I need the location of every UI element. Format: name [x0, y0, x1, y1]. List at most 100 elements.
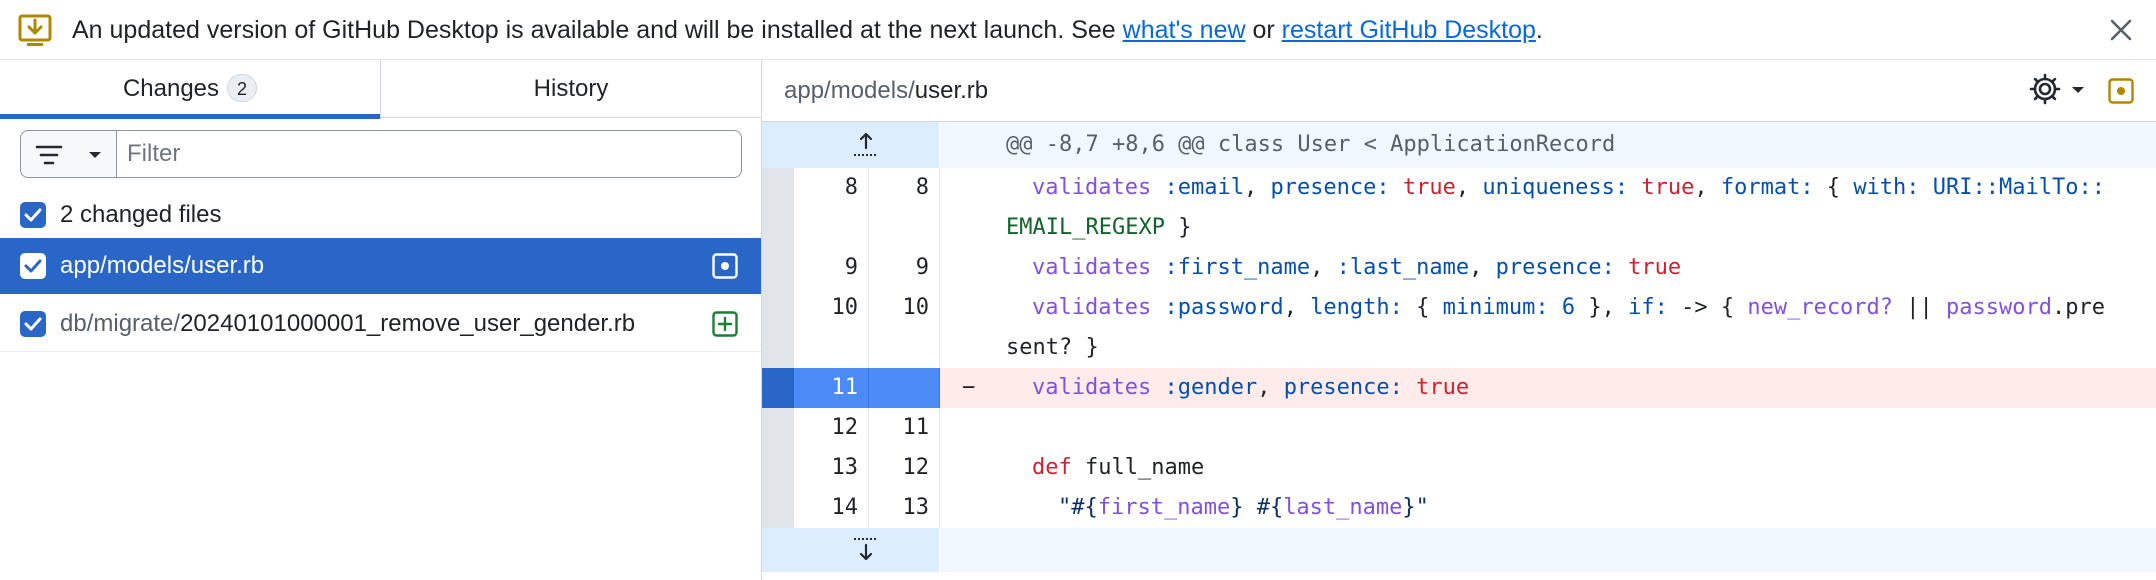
old-line-number-text: 9 [844, 255, 858, 280]
expand-down-code [940, 528, 2156, 572]
line-gutter[interactable] [762, 408, 794, 448]
banner-text-suffix: . [1535, 16, 1543, 44]
changed-files-count: 2 changed files [60, 201, 222, 228]
line-gutter[interactable] [762, 448, 794, 488]
new-line-number[interactable] [869, 368, 940, 408]
check-icon [24, 317, 42, 331]
file-checkbox[interactable] [20, 311, 46, 337]
line-gutter[interactable] [762, 488, 794, 528]
line-code [940, 408, 2156, 448]
old-line-number-text: 8 [844, 175, 858, 200]
code-text-wrapped: EMAIL_REGEXP } [1006, 215, 1192, 240]
diff-pane: app/models/user.rb @@ -8,7 +8,6 @@ class… [762, 60, 2156, 580]
download-update-icon [18, 14, 52, 46]
chevron-down-icon [89, 152, 101, 158]
new-line-number-text: 10 [902, 295, 930, 320]
line-gutter[interactable] [762, 248, 794, 288]
code-text: validates :email, presence: true, unique… [1032, 175, 2105, 200]
diff-line: 14 13 "#{first_name} #{last_name}" [762, 488, 2156, 528]
line-code: − validates :gender, presence: true [940, 368, 2156, 408]
update-banner: An updated version of GitHub Desktop is … [0, 0, 2156, 60]
old-line-number[interactable]: 9 [794, 248, 869, 288]
file-path: app/models/user.rb [60, 238, 264, 294]
expand-down-button[interactable] [762, 528, 939, 572]
new-line-number-text: 11 [902, 415, 930, 440]
expand-up-button[interactable] [762, 122, 939, 168]
diff-line: 9 9 validates :first_name, :last_name, p… [762, 248, 2156, 288]
select-all-row: 2 changed files [0, 190, 761, 240]
filter-icon [35, 145, 63, 165]
old-line-number[interactable]: 14 [794, 488, 869, 528]
code-text: "#{first_name} #{last_name}" [1058, 495, 1429, 520]
new-line-number-text: 13 [902, 495, 930, 520]
old-line-number-text: 14 [831, 495, 859, 520]
hunk-header-text: @@ -8,7 +8,6 @@ class User < Application… [1006, 132, 1616, 157]
filter-input[interactable] [116, 130, 742, 178]
diff-line: 10 10 validates :password, length: { min… [762, 288, 2156, 368]
tab-changes[interactable]: Changes 2 [0, 60, 380, 119]
file-path: db/migrate/20240101000001_remove_user_ge… [60, 296, 635, 352]
new-line-number-text: 9 [915, 255, 929, 280]
filter-row [20, 130, 742, 178]
new-line-number-text: 8 [915, 175, 929, 200]
file-dir: db/migrate/ [60, 310, 181, 337]
banner-message: An updated version of GitHub Desktop is … [72, 0, 1543, 60]
old-line-number-text: 11 [831, 375, 859, 400]
check-icon [24, 208, 42, 222]
code-text: validates :first_name, :last_name, prese… [1032, 255, 1682, 280]
file-dir: app/models/ [60, 252, 191, 279]
diff-body: @@ -8,7 +8,6 @@ class User < Application… [762, 122, 2156, 580]
new-line-number[interactable]: 12 [869, 448, 940, 488]
diff-line: 8 8 validates :email, presence: true, un… [762, 168, 2156, 248]
old-line-number[interactable]: 11 [794, 368, 869, 408]
file-modified-icon [712, 253, 738, 279]
code-text: validates :gender, presence: true [1032, 375, 1470, 400]
new-line-number[interactable]: 11 [869, 408, 940, 448]
diff-header: app/models/user.rb [762, 60, 2156, 122]
old-line-number[interactable]: 12 [794, 408, 869, 448]
code-text: validates :password, length: { minimum: … [1032, 295, 2105, 320]
select-all-checkbox[interactable] [20, 202, 46, 228]
diff-line: 12 11 [762, 408, 2156, 448]
restart-link[interactable]: restart GitHub Desktop [1282, 16, 1536, 44]
line-code: validates :password, length: { minimum: … [940, 288, 2156, 368]
old-line-number-text: 10 [831, 295, 859, 320]
tab-history[interactable]: History [380, 60, 761, 118]
changes-count-badge: 2 [227, 73, 258, 102]
file-name: user.rb [190, 252, 265, 279]
check-icon [24, 259, 42, 273]
old-line-number[interactable]: 10 [794, 288, 869, 368]
file-row-migration[interactable]: db/migrate/20240101000001_remove_user_ge… [0, 296, 761, 352]
new-line-number[interactable]: 9 [869, 248, 940, 288]
tab-history-label: History [533, 75, 609, 102]
file-added-icon [712, 311, 738, 337]
file-modified-icon [2108, 78, 2134, 104]
new-line-number[interactable]: 13 [869, 488, 940, 528]
old-line-number[interactable]: 13 [794, 448, 869, 488]
deletion-marker: − [962, 375, 976, 400]
gear-icon [2029, 73, 2061, 105]
diff-line-deleted: 11 − validates :gender, presence: true [762, 368, 2156, 408]
old-line-number[interactable]: 8 [794, 168, 869, 248]
whats-new-link[interactable]: what's new [1123, 16, 1246, 44]
code-text-wrapped: sent? } [1006, 335, 1099, 360]
diff-options-button[interactable] [2028, 72, 2088, 108]
new-line-number[interactable]: 10 [869, 288, 940, 368]
line-gutter[interactable] [762, 168, 794, 248]
diff-file-path: app/models/user.rb [784, 60, 988, 122]
file-name: 20240101000001_remove_user_gender.rb [180, 310, 636, 337]
filter-options-button[interactable] [20, 130, 116, 178]
diff-path-name: user.rb [914, 77, 989, 104]
file-row-user-rb[interactable]: app/models/user.rb [0, 238, 761, 294]
new-line-number[interactable]: 8 [869, 168, 940, 248]
file-checkbox[interactable] [20, 253, 46, 279]
banner-text-mid: or [1245, 16, 1282, 44]
code-text: def full_name [1032, 455, 1205, 480]
line-gutter-selected[interactable] [762, 368, 794, 408]
sidebar-tabs: Changes 2 History [0, 60, 762, 119]
line-gutter[interactable] [762, 288, 794, 368]
line-code: validates :first_name, :last_name, prese… [940, 248, 2156, 288]
line-code: "#{first_name} #{last_name}" [940, 488, 2156, 528]
hunk-header-code: @@ -8,7 +8,6 @@ class User < Application… [940, 122, 2156, 168]
close-icon[interactable] [2108, 17, 2134, 43]
